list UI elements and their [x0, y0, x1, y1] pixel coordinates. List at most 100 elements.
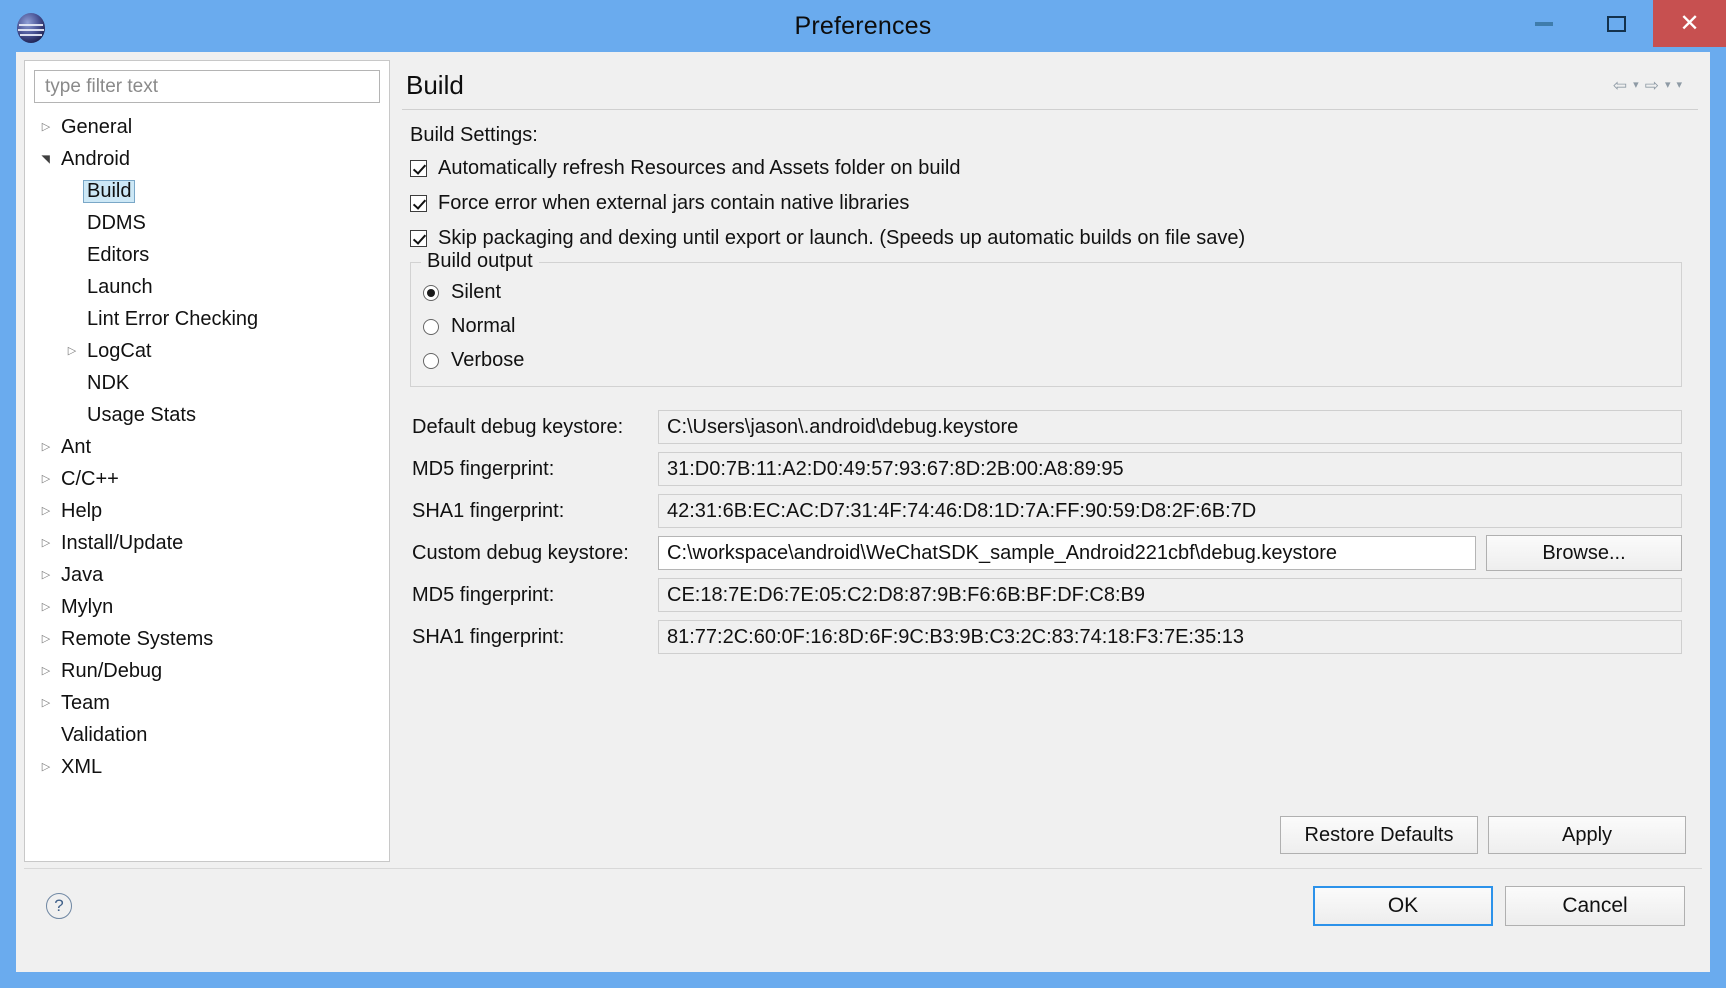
radio-label: Verbose — [451, 349, 525, 371]
panel-button-bar: Restore Defaults Apply — [1280, 816, 1686, 854]
sidebar-item-logcat[interactable]: ▷ LogCat — [25, 335, 389, 367]
content-row: ▷ General ◢ Android Build DDMS Editors Launch Li… — [16, 52, 1710, 862]
chevron-right-icon[interactable]: ▷ — [61, 345, 83, 357]
build-output-group: Build output Silent Normal Verbose — [410, 250, 1682, 387]
chevron-right-icon[interactable]: ▷ — [35, 665, 57, 677]
sidebar-item-label: Usage Stats — [87, 403, 196, 426]
readonly-value-field: CE:18:7E:D6:7E:05:C2:D8:87:9B:F6:6B:BF:D… — [658, 578, 1682, 612]
sidebar-item-usage-stats[interactable]: Usage Stats — [25, 399, 389, 431]
search-input[interactable] — [43, 74, 371, 99]
maximize-button[interactable] — [1580, 0, 1653, 47]
detail-header: Build ⇦ ▾ ⇨ ▾ ▾ — [398, 60, 1702, 101]
forward-arrow-icon[interactable]: ⇨ — [1645, 77, 1659, 94]
sidebar-item-label: Mylyn — [61, 595, 114, 618]
ok-button[interactable]: OK — [1313, 886, 1493, 926]
sidebar-item-label: Build — [83, 179, 136, 203]
sidebar-item-label: XML — [61, 755, 103, 778]
filter-box[interactable] — [34, 70, 380, 103]
back-arrow-icon[interactable]: ⇦ — [1613, 77, 1627, 94]
sidebar-item-build[interactable]: Build — [25, 175, 389, 207]
sidebar-item-run-debug[interactable]: ▷ Run/Debug — [25, 655, 389, 687]
preferences-tree[interactable]: ▷ General ◢ Android Build DDMS Editors Launch Li… — [25, 107, 389, 861]
dialog-footer: ? OK Cancel — [16, 869, 1710, 972]
forward-dropdown-icon[interactable]: ▾ — [1665, 80, 1671, 91]
sidebar-item-xml[interactable]: ▷ XML — [25, 751, 389, 783]
window-title: Preferences — [794, 12, 932, 40]
checkbox-icon[interactable] — [410, 230, 427, 247]
chevron-right-icon[interactable]: ▷ — [35, 537, 57, 549]
sidebar-item-java[interactable]: ▷ Java — [25, 559, 389, 591]
form-label: SHA1 fingerprint: — [412, 499, 565, 522]
sidebar-item-help[interactable]: ▷ Help — [25, 495, 389, 527]
sidebar-item-general[interactable]: ▷ General — [25, 111, 389, 143]
sidebar-item-install-update[interactable]: ▷ Install/Update — [25, 527, 389, 559]
sidebar-item-team[interactable]: ▷ Team — [25, 687, 389, 719]
checkbox-icon[interactable] — [410, 160, 427, 177]
close-button[interactable]: ✕ — [1653, 0, 1726, 47]
radio-icon[interactable] — [423, 318, 439, 335]
form-label: MD5 fingerprint: — [412, 583, 555, 606]
sidebar-item-label: Run/Debug — [61, 659, 163, 682]
sidebar-item-lint-error-checking[interactable]: Lint Error Checking — [25, 303, 389, 335]
build-output-option-verbose[interactable]: Verbose — [423, 349, 1681, 372]
radio-icon[interactable] — [423, 352, 439, 369]
sidebar-item-ndk[interactable]: NDK — [25, 367, 389, 399]
chevron-right-icon[interactable]: ▷ — [35, 697, 57, 709]
help-icon[interactable]: ? — [46, 893, 72, 919]
form-row: SHA1 fingerprint: 81:77:2C:60:0F:16:8D:6F… — [410, 619, 1682, 655]
back-dropdown-icon[interactable]: ▾ — [1633, 80, 1639, 91]
readonly-value-field: C:\Users\jason\.android\debug.keystore — [658, 410, 1682, 444]
chevron-right-icon[interactable]: ▷ — [35, 569, 57, 581]
build-output-option-silent[interactable]: Silent — [423, 281, 1681, 304]
sidebar-item-label: Help — [61, 499, 103, 522]
form-row: Default debug keystore: C:\Users\jason\.a… — [410, 409, 1682, 445]
build-output-radio-group[interactable]: Silent Normal Verbose — [411, 281, 1681, 372]
chevron-right-icon[interactable]: ▷ — [35, 121, 57, 133]
checkbox-label: Automatically refresh Resources and Asse… — [438, 157, 961, 179]
sidebar-item-ant[interactable]: ▷ Ant — [25, 431, 389, 463]
radio-icon[interactable] — [423, 284, 439, 301]
cancel-button[interactable]: Cancel — [1505, 886, 1685, 926]
sidebar-item-ddms[interactable]: DDMS — [25, 207, 389, 239]
close-icon: ✕ — [1679, 9, 1700, 37]
chevron-down-icon[interactable]: ◢ — [40, 148, 52, 170]
minimize-button[interactable] — [1507, 0, 1580, 47]
preferences-tree-panel: ▷ General ◢ Android Build DDMS Editors Launch Li… — [24, 60, 390, 862]
sidebar-item-c-c[interactable]: ▷ C/C++ — [25, 463, 389, 495]
chevron-right-icon[interactable]: ▷ — [35, 505, 57, 517]
restore-defaults-button[interactable]: Restore Defaults — [1280, 816, 1478, 854]
chevron-right-icon[interactable]: ▷ — [35, 441, 57, 453]
radio-label: Silent — [451, 281, 502, 303]
sidebar-item-android[interactable]: ◢ Android — [25, 143, 389, 175]
sidebar-item-mylyn[interactable]: ▷ Mylyn — [25, 591, 389, 623]
sidebar-item-launch[interactable]: Launch — [25, 271, 389, 303]
chevron-right-icon[interactable]: ▷ — [35, 633, 57, 645]
sidebar-item-editors[interactable]: Editors — [25, 239, 389, 271]
chevron-right-icon[interactable]: ▷ — [35, 761, 57, 773]
sidebar-item-label: NDK — [87, 371, 130, 394]
sidebar-item-label: Team — [61, 691, 110, 714]
sidebar-item-label: Ant — [61, 435, 92, 458]
sidebar-item-label: Android — [61, 147, 130, 170]
build-output-option-normal[interactable]: Normal — [423, 315, 1681, 338]
sidebar-item-label: Remote Systems — [61, 627, 214, 650]
chevron-right-icon[interactable]: ▷ — [35, 601, 57, 613]
build-setting-checkbox-row[interactable]: Force error when external jars contain n… — [410, 192, 1686, 215]
sidebar-item-label: Launch — [87, 275, 153, 298]
view-menu-icon[interactable]: ▾ — [1676, 80, 1682, 91]
chevron-right-icon[interactable]: ▷ — [35, 473, 57, 485]
readonly-value-field: 42:31:6B:EC:AC:D7:31:4F:74:46:D8:1D:7A:F… — [658, 494, 1682, 528]
maximize-icon — [1607, 15, 1626, 32]
apply-button[interactable]: Apply — [1488, 816, 1686, 854]
keystore-form: Default debug keystore: C:\Users\jason\.a… — [406, 409, 1686, 655]
build-setting-checkbox-row[interactable]: Automatically refresh Resources and Asse… — [410, 157, 1686, 180]
minimize-icon — [1534, 21, 1553, 26]
browse-button[interactable]: Browse... — [1486, 535, 1682, 571]
radio-label: Normal — [451, 315, 516, 337]
sidebar-item-validation[interactable]: Validation — [25, 719, 389, 751]
build-setting-checkbox-row[interactable]: Skip packaging and dexing until export o… — [410, 227, 1686, 250]
sidebar-item-remote-systems[interactable]: ▷ Remote Systems — [25, 623, 389, 655]
checkbox-icon[interactable] — [410, 195, 427, 212]
navigation-icons: ⇦ ▾ ⇨ ▾ ▾ — [1613, 77, 1696, 94]
custom-keystore-input[interactable]: C:\workspace\android\WeChatSDK_sample_An… — [658, 536, 1476, 570]
